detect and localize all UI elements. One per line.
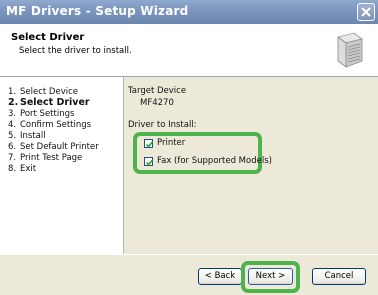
step-item: 3. Port Settings (8, 109, 75, 119)
driver-to-install-label: Driver to Install: (128, 120, 197, 130)
wizard-header: Select Driver Select the driver to insta… (0, 24, 378, 77)
step-item: 7. Print Test Page (8, 153, 83, 163)
page-title: Select Driver (11, 32, 85, 43)
step-item: 1. Select Device (8, 87, 78, 97)
target-device-value: MF4270 (140, 98, 174, 108)
printer-icon (337, 32, 363, 68)
close-button[interactable] (357, 3, 375, 21)
step-item-active: 2. Select Driver (8, 97, 90, 108)
button-bar: < Back Next > Cancel (0, 254, 378, 295)
checkmark-icon (145, 159, 154, 166)
back-button[interactable]: < Back (198, 268, 242, 285)
step-item: 8. Exit (8, 164, 37, 174)
step-item: 4. Confirm Settings (8, 120, 92, 130)
cancel-button[interactable]: Cancel (312, 268, 366, 285)
step-item: 6. Set Default Printer (8, 142, 99, 152)
checkmark-icon (145, 141, 154, 148)
setup-wizard-window: MF Drivers - Setup Wizard Select Driver … (0, 0, 378, 295)
printer-checkbox[interactable] (144, 139, 154, 148)
main-panel: Target Device MF4270 Driver to Install: … (124, 77, 378, 254)
fax-checkbox-label[interactable]: Fax (for Supported Models) (157, 156, 272, 166)
printer-checkbox-label[interactable]: Printer (157, 138, 185, 148)
step-item: 5. Install (8, 131, 46, 141)
page-subtitle: Select the driver to install. (19, 46, 132, 56)
fax-checkbox[interactable] (144, 157, 154, 166)
next-button[interactable]: Next > (248, 268, 293, 285)
window-title: MF Drivers - Setup Wizard (6, 4, 189, 18)
target-device-label: Target Device (128, 86, 187, 96)
title-bar[interactable]: MF Drivers - Setup Wizard (0, 0, 378, 24)
close-icon (361, 7, 371, 17)
steps-panel: 1. Select Device 2. Select Driver 3. Port S… (0, 77, 124, 254)
